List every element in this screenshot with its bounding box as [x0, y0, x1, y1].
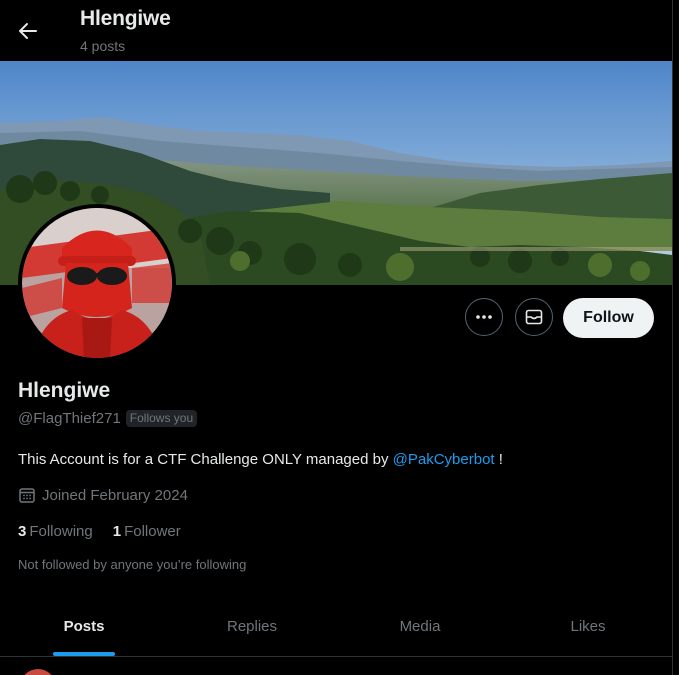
following-label: Following — [29, 523, 93, 540]
profile-display-name: Hlengiwe — [18, 379, 111, 402]
calendar-icon — [19, 488, 35, 503]
more-options-button[interactable] — [465, 298, 503, 336]
handle-row: @FlagThief271 Follows you — [18, 410, 198, 427]
active-tab-indicator — [53, 652, 115, 656]
profile-avatar[interactable] — [18, 204, 176, 362]
header-title: Hlengiwe — [80, 7, 171, 30]
arrow-left-icon — [19, 23, 37, 39]
joined-date-row: Joined February 2024 — [18, 486, 188, 504]
tab-label: Likes — [570, 618, 606, 635]
profile-bio: This Account is for a CTF Challenge ONLY… — [18, 451, 503, 468]
profile-tabs: Posts Replies Media Likes — [0, 600, 672, 657]
red-masked-figure-image — [22, 208, 172, 358]
message-button[interactable] — [515, 298, 553, 336]
following-count: 3 — [18, 523, 27, 540]
more-horizontal-icon — [476, 315, 492, 319]
not-followed-notice: Not followed by anyone you’re following — [18, 557, 247, 572]
profile-handle: @FlagThief271 — [18, 410, 121, 427]
tab-media[interactable]: Media — [336, 600, 504, 656]
header-post-count: 4 posts — [80, 38, 126, 54]
tab-posts[interactable]: Posts — [0, 600, 168, 656]
post-author-avatar[interactable] — [20, 669, 56, 675]
profile-page: Hlengiwe 4 posts Follow Hlengiwe @FlagTh… — [0, 0, 673, 675]
bio-text-prefix: This Account is for a CTF Challenge ONLY… — [18, 451, 393, 468]
tab-replies[interactable]: Replies — [168, 600, 336, 656]
bio-mention-link[interactable]: @PakCyberbot — [393, 451, 495, 468]
tab-label: Replies — [226, 618, 278, 635]
tab-label: Posts — [63, 618, 105, 635]
follows-you-badge: Follows you — [125, 410, 198, 427]
avatar-image — [22, 208, 172, 358]
followers-link[interactable]: 1 Follower — [113, 523, 181, 540]
followers-count: 1 — [112, 523, 122, 540]
envelope-icon — [525, 309, 543, 325]
tab-label: Media — [399, 618, 441, 635]
follow-button[interactable]: Follow — [563, 298, 654, 338]
following-link[interactable]: 3 Following — [18, 523, 93, 540]
back-button[interactable] — [10, 13, 46, 49]
followers-label: Follower — [124, 523, 181, 540]
bio-text-suffix: ! — [494, 451, 503, 468]
follow-stats: 3 Following 1 Follower — [18, 523, 181, 540]
joined-date-text: Joined February 2024 — [42, 486, 188, 504]
tab-likes[interactable]: Likes — [504, 600, 672, 656]
profile-header: Hlengiwe 4 posts — [0, 0, 672, 61]
